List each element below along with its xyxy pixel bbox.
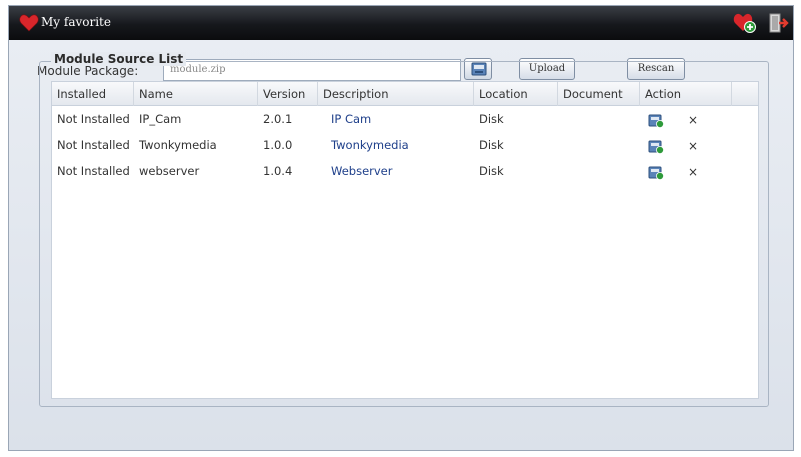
installed-cell: Not Installed [57,112,130,126]
delete-icon[interactable]: × [688,139,698,153]
install-icon[interactable] [648,166,664,180]
column-header-action[interactable]: Action [640,82,732,106]
document-cell [558,133,563,159]
install-icon[interactable] [648,140,664,154]
column-header-version[interactable]: Version [258,82,318,106]
module-source-list-legend: Module Source List [51,52,187,66]
window-title: My favorite [41,15,111,29]
my-favorite-window: My favorite Module Package: module.zip U… [8,5,794,451]
location-cell: Disk [479,112,504,126]
delete-icon[interactable]: × [688,113,698,127]
document-cell [558,107,563,133]
name-cell: webserver [139,164,200,178]
module-source-table: Installed Name Version Description Locat… [51,81,759,399]
column-header-name[interactable]: Name [134,82,258,106]
description-cell: Webserver [331,164,393,178]
name-cell: IP_Cam [139,112,182,126]
column-header-installed[interactable]: Installed [52,82,134,106]
installed-cell: Not Installed [57,164,130,178]
version-cell: 1.0.4 [263,164,293,178]
heart-icon [19,14,39,32]
location-cell: Disk [479,138,504,152]
version-cell: 1.0.0 [263,138,293,152]
table-row[interactable]: Not Installed webserver 1.0.4 Webserver … [52,159,758,185]
exit-door-icon[interactable] [767,12,789,34]
column-header-location[interactable]: Location [474,82,558,106]
version-cell: 2.0.1 [263,112,293,126]
name-cell: Twonkymedia [139,138,217,152]
description-cell: Twonkymedia [331,138,409,152]
delete-icon[interactable]: × [688,165,698,179]
location-cell: Disk [479,164,504,178]
document-cell [558,159,563,185]
install-icon[interactable] [648,114,664,128]
table-header: Installed Name Version Description Locat… [52,82,758,106]
title-bar: My favorite [9,6,793,40]
heart-add-icon[interactable] [733,12,757,34]
table-row[interactable]: Not Installed IP_Cam 2.0.1 IP Cam Disk × [52,107,758,133]
column-header-description[interactable]: Description [318,82,474,106]
installed-cell: Not Installed [57,138,130,152]
column-header-document[interactable]: Document [558,82,640,106]
table-row[interactable]: Not Installed Twonkymedia 1.0.0 Twonkyme… [52,133,758,159]
description-cell: IP Cam [331,112,372,126]
